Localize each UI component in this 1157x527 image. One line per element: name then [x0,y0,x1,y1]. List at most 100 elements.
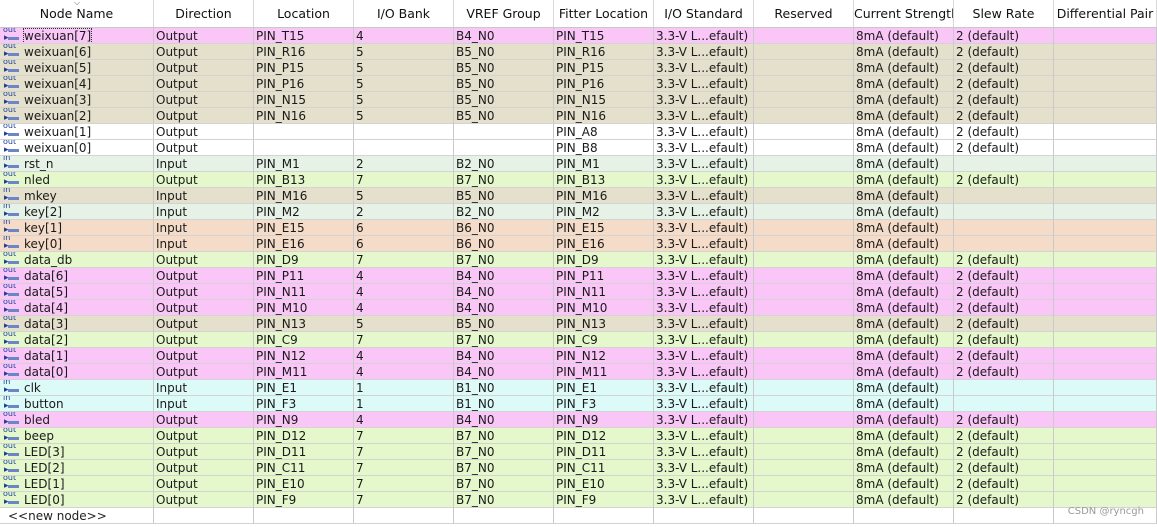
io-bank-cell[interactable]: 7 [354,252,454,268]
fitter-location-cell[interactable]: PIN_F9 [554,492,654,508]
reserved-cell[interactable] [754,76,854,92]
fitter-location-cell[interactable]: PIN_F3 [554,396,654,412]
vref-group-cell[interactable]: B1_N0 [454,380,554,396]
fitter-location-cell[interactable]: PIN_P16 [554,76,654,92]
current-strength-cell[interactable]: 8mA (default) [854,156,954,172]
node-name-cell[interactable]: out ▸ data[3] [0,316,154,332]
node-name-cell[interactable]: out ▸ weixuan[2] [0,108,154,124]
fitter-location-cell[interactable]: PIN_M11 [554,364,654,380]
table-row[interactable]: out ▸ weixuan[3] Output PIN_N15 5 B5_N0 PIN_N15… [0,92,1157,108]
table-row[interactable]: out ▸ LED[0] Output PIN_F9 7 B7_N0 PIN_F9 3.3-V … [0,492,1157,508]
vref-group-cell[interactable]: B2_N0 [454,156,554,172]
current-strength-cell[interactable]: 8mA (default) [854,284,954,300]
vref-group-cell[interactable]: B5_N0 [454,76,554,92]
table-row[interactable]: out ▸ nled Output PIN_B13 7 B7_N0 PIN_B13 3.3-V … [0,172,1157,188]
direction-cell[interactable]: Output [154,460,254,476]
slew-rate-cell[interactable] [954,204,1054,220]
io-standard-cell[interactable]: 3.3-V L...efault) [654,204,754,220]
differential-pair-cell[interactable] [1054,92,1157,108]
slew-rate-cell[interactable]: 2 (default) [954,140,1054,156]
table-row[interactable]: in ▸ key[1] Input PIN_E15 6 B6_N0 PIN_E15 3.3-V … [0,220,1157,236]
reserved-cell[interactable] [754,492,854,508]
fitter-location-cell[interactable]: PIN_P15 [554,60,654,76]
vref-group-cell[interactable]: B7_N0 [454,444,554,460]
differential-pair-cell[interactable] [1054,348,1157,364]
io-bank-cell[interactable]: 5 [354,76,454,92]
io-standard-cell[interactable]: 3.3-V L...efault) [654,444,754,460]
column-header-fitter-location[interactable]: Fitter Location [554,0,654,27]
current-strength-cell[interactable]: 8mA (default) [854,316,954,332]
direction-cell[interactable]: Output [154,348,254,364]
vref-group-cell[interactable]: B7_N0 [454,460,554,476]
io-bank-cell[interactable]: 2 [354,204,454,220]
direction-cell[interactable]: Output [154,172,254,188]
location-cell[interactable]: PIN_C9 [254,332,354,348]
location-cell[interactable]: PIN_E10 [254,476,354,492]
io-bank-cell[interactable]: 2 [354,156,454,172]
node-name-cell[interactable]: out ▸ weixuan[7] [0,28,154,44]
fitter-location-cell[interactable]: PIN_A8 [554,124,654,140]
column-header-location[interactable]: Location [254,0,354,27]
slew-rate-cell[interactable]: 2 (default) [954,92,1054,108]
reserved-cell[interactable] [754,444,854,460]
fitter-location-cell[interactable]: PIN_P11 [554,268,654,284]
vref-group-cell[interactable]: B5_N0 [454,188,554,204]
fitter-location-cell[interactable]: PIN_E15 [554,220,654,236]
fitter-location-cell[interactable]: PIN_N16 [554,108,654,124]
location-cell[interactable]: PIN_E1 [254,380,354,396]
location-cell[interactable]: PIN_M10 [254,300,354,316]
io-standard-cell[interactable]: 3.3-V L...efault) [654,332,754,348]
location-cell[interactable]: PIN_P15 [254,60,354,76]
fitter-location-cell[interactable]: PIN_B13 [554,172,654,188]
new-node-row[interactable]: <<new node>> [0,508,1157,524]
location-cell[interactable]: PIN_D12 [254,428,354,444]
table-row[interactable]: out ▸ weixuan[6] Output PIN_R16 5 B5_N0 PIN_R16… [0,44,1157,60]
io-bank-cell[interactable]: 4 [354,28,454,44]
node-name-cell[interactable]: out ▸ nled [0,172,154,188]
io-bank-cell[interactable] [354,140,454,156]
io-bank-cell[interactable]: 4 [354,268,454,284]
differential-pair-cell[interactable] [1054,476,1157,492]
io-standard-cell[interactable]: 3.3-V L...efault) [654,316,754,332]
current-strength-cell[interactable]: 8mA (default) [854,412,954,428]
fitter-location-cell[interactable]: PIN_T15 [554,28,654,44]
fitter-location-cell[interactable]: PIN_E16 [554,236,654,252]
differential-pair-cell[interactable] [1054,332,1157,348]
node-name-cell[interactable]: out ▸ weixuan[3] [0,92,154,108]
slew-rate-cell[interactable]: 2 (default) [954,284,1054,300]
column-header-reserved[interactable]: Reserved [754,0,854,27]
io-standard-cell[interactable]: 3.3-V L...efault) [654,236,754,252]
reserved-cell[interactable] [754,92,854,108]
io-bank-cell[interactable]: 7 [354,444,454,460]
io-bank-cell[interactable]: 4 [354,284,454,300]
node-name-cell[interactable]: out ▸ data[5] [0,284,154,300]
current-strength-cell[interactable]: 8mA (default) [854,300,954,316]
direction-cell[interactable]: Output [154,284,254,300]
slew-rate-cell[interactable]: 2 (default) [954,428,1054,444]
table-row[interactable]: out ▸ LED[1] Output PIN_E10 7 B7_N0 PIN_E10 3.3-… [0,476,1157,492]
direction-cell[interactable]: Output [154,140,254,156]
io-standard-cell[interactable]: 3.3-V L...efault) [654,28,754,44]
reserved-cell[interactable] [754,284,854,300]
vref-group-cell[interactable]: B5_N0 [454,316,554,332]
location-cell[interactable]: PIN_B13 [254,172,354,188]
io-bank-cell[interactable]: 6 [354,236,454,252]
current-strength-cell[interactable]: 8mA (default) [854,444,954,460]
slew-rate-cell[interactable]: 2 (default) [954,108,1054,124]
reserved-cell[interactable] [754,460,854,476]
direction-cell[interactable]: Input [154,236,254,252]
node-name-cell[interactable]: out ▸ data[0] [0,364,154,380]
fitter-location-cell[interactable]: PIN_B8 [554,140,654,156]
io-standard-cell[interactable]: 3.3-V L...efault) [654,92,754,108]
reserved-cell[interactable] [754,204,854,220]
location-cell[interactable]: PIN_C11 [254,460,354,476]
vref-group-cell[interactable]: B7_N0 [454,332,554,348]
fitter-location-cell[interactable]: PIN_C11 [554,460,654,476]
differential-pair-cell[interactable] [1054,268,1157,284]
table-row[interactable]: out ▸ data[0] Output PIN_M11 4 B4_N0 PIN_M11 3.3… [0,364,1157,380]
io-bank-cell[interactable]: 5 [354,188,454,204]
reserved-cell[interactable] [754,316,854,332]
io-bank-cell[interactable]: 5 [354,316,454,332]
table-row[interactable]: out ▸ weixuan[0] Output PIN_B8 3.3-V L...efau… [0,140,1157,156]
io-bank-cell[interactable]: 7 [354,428,454,444]
